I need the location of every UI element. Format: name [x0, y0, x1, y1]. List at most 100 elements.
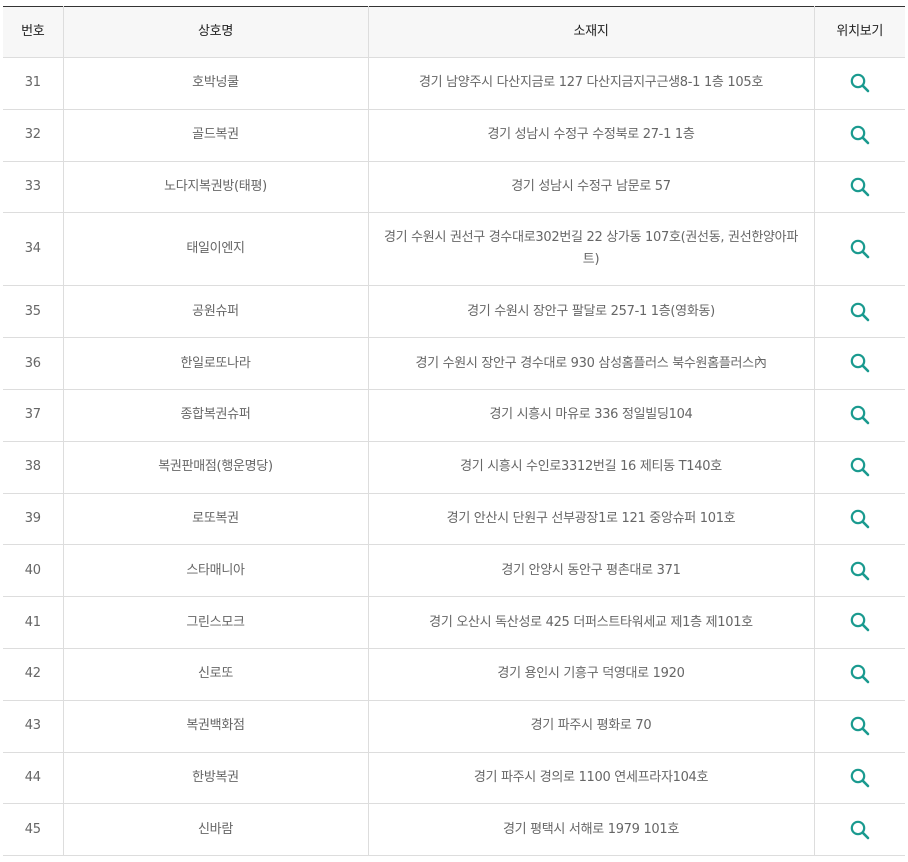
row-store-name: 스타매니아: [62, 544, 368, 598]
row-number: 35: [3, 285, 63, 339]
row-address: 경기 안산시 단원구 선부광장1로 121 중앙슈퍼 101호: [367, 493, 814, 546]
store-list-table: 번호 상호명 소재지 위치보기 31 호박넝쿨 경기 남양주시 다산지금로 12…: [3, 6, 905, 857]
search-icon: [850, 768, 870, 788]
row-store-name: 그린스모크: [62, 596, 368, 649]
row-number: 31: [3, 57, 63, 110]
table-body: 31 호박넝쿨 경기 남양주시 다산지금로 127 다산지금지구근생8-1 1층…: [3, 57, 905, 857]
view-location-button[interactable]: [849, 819, 871, 841]
row-number: 32: [3, 109, 63, 162]
row-store-name: 노다지복권방(태평): [62, 161, 368, 214]
row-store-name: 종합복권슈퍼: [62, 389, 368, 442]
header-name: 상호명: [62, 6, 368, 58]
row-location-cell: [813, 109, 905, 162]
row-location-cell: [813, 544, 905, 598]
table-row: 39 로또복권 경기 안산시 단원구 선부광장1로 121 중앙슈퍼 101호: [3, 493, 905, 546]
row-location-cell: [813, 57, 905, 110]
row-location-cell: [813, 285, 905, 339]
search-icon: [850, 613, 870, 632]
row-location-cell: [813, 752, 905, 805]
row-number: 39: [3, 493, 63, 546]
table-row: 44 한방복권 경기 파주시 경의로 1100 연세프라자104호: [3, 752, 905, 805]
row-store-name: 신로또: [62, 648, 368, 701]
row-location-cell: [813, 700, 905, 753]
view-location-button[interactable]: [849, 404, 871, 426]
row-store-name: 한방복권: [62, 752, 368, 805]
table-row: 38 복권판매점(행운명당) 경기 시흥시 수인로3312번길 16 제티동 T…: [3, 441, 905, 494]
row-location-cell: [813, 803, 905, 857]
view-location-button[interactable]: [849, 238, 871, 260]
row-address: 경기 파주시 평화로 70: [367, 700, 814, 753]
table-row: 31 호박넝쿨 경기 남양주시 다산지금로 127 다산지금지구근생8-1 1층…: [3, 57, 905, 110]
table-row: 41 그린스모크 경기 오산시 독산성로 425 더퍼스트타워세교 제1층 제1…: [3, 596, 905, 649]
row-number: 34: [3, 212, 63, 287]
row-address: 경기 파주시 경의로 1100 연세프라자104호: [367, 752, 814, 805]
row-address: 경기 시흥시 마유로 336 정일빌딩104: [367, 389, 814, 442]
view-location-button[interactable]: [849, 124, 871, 146]
search-icon: [850, 457, 870, 477]
search-icon: [850, 73, 870, 93]
row-address: 경기 시흥시 수인로3312번길 16 제티동 T140호: [367, 441, 814, 494]
table-row: 33 노다지복권방(태평) 경기 성남시 수정구 남문로 57: [3, 161, 905, 214]
row-store-name: 호박넝쿨: [62, 57, 368, 110]
search-icon: [850, 302, 870, 321]
row-address: 경기 오산시 독산성로 425 더퍼스트타워세교 제1층 제101호: [367, 596, 814, 649]
row-number: 38: [3, 441, 63, 494]
search-icon: [850, 239, 870, 259]
view-location-button[interactable]: [849, 176, 871, 198]
row-store-name: 한일로또나라: [62, 337, 368, 390]
row-address: 경기 수원시 장안구 팔달로 257-1 1층(영화동): [367, 285, 814, 339]
row-number: 42: [3, 648, 63, 701]
row-location-cell: [813, 337, 905, 390]
table-row: 32 골드복권 경기 성남시 수정구 수정북로 27-1 1층: [3, 109, 905, 162]
row-store-name: 태일이엔지: [62, 212, 368, 287]
view-location-button[interactable]: [849, 508, 871, 530]
search-icon: [850, 664, 870, 684]
table-row: 43 복권백화점 경기 파주시 평화로 70: [3, 700, 905, 753]
header-location: 위치보기: [813, 6, 905, 58]
row-number: 44: [3, 752, 63, 805]
view-location-button[interactable]: [849, 456, 871, 478]
view-location-button[interactable]: [849, 72, 871, 94]
table-row: 42 신로또 경기 용인시 기흥구 덕영대로 1920: [3, 648, 905, 701]
header-row: 번호 상호명 소재지 위치보기: [3, 6, 905, 58]
search-icon: [850, 354, 870, 373]
row-number: 45: [3, 803, 63, 857]
row-store-name: 복권판매점(행운명당): [62, 441, 368, 494]
search-icon: [850, 125, 870, 145]
header-address: 소재지: [367, 6, 814, 58]
view-location-button[interactable]: [849, 715, 871, 737]
table-row: 36 한일로또나라 경기 수원시 장안구 경수대로 930 삼성홈플러스 북수원…: [3, 337, 905, 390]
view-location-button[interactable]: [849, 611, 871, 633]
view-location-button[interactable]: [849, 352, 871, 374]
row-address: 경기 수원시 장안구 경수대로 930 삼성홈플러스 북수원홈플러스內: [367, 337, 814, 390]
row-address: 경기 성남시 수정구 남문로 57: [367, 161, 814, 214]
header-number: 번호: [3, 6, 63, 58]
row-location-cell: [813, 648, 905, 701]
row-number: 41: [3, 596, 63, 649]
row-address: 경기 수원시 권선구 경수대로302번길 22 상가동 107호(권선동, 권선…: [367, 212, 814, 287]
row-location-cell: [813, 389, 905, 442]
row-number: 37: [3, 389, 63, 442]
view-location-button[interactable]: [849, 301, 871, 323]
search-icon: [850, 716, 870, 736]
row-address: 경기 안양시 동안구 평촌대로 371: [367, 544, 814, 598]
row-store-name: 공원슈퍼: [62, 285, 368, 339]
row-store-name: 로또복권: [62, 493, 368, 546]
row-location-cell: [813, 596, 905, 649]
row-number: 36: [3, 337, 63, 390]
row-address: 경기 평택시 서해로 1979 101호: [367, 803, 814, 857]
row-location-cell: [813, 441, 905, 494]
table-row: 34 태일이엔지 경기 수원시 권선구 경수대로302번길 22 상가동 107…: [3, 212, 905, 287]
view-location-button[interactable]: [849, 663, 871, 685]
table-row: 37 종합복권슈퍼 경기 시흥시 마유로 336 정일빌딩104: [3, 389, 905, 442]
row-store-name: 골드복권: [62, 109, 368, 162]
row-address: 경기 남양주시 다산지금로 127 다산지금지구근생8-1 1층 105호: [367, 57, 814, 110]
view-location-button[interactable]: [849, 560, 871, 582]
table-row: 35 공원슈퍼 경기 수원시 장안구 팔달로 257-1 1층(영화동): [3, 285, 905, 339]
view-location-button[interactable]: [849, 767, 871, 789]
row-address: 경기 용인시 기흥구 덕영대로 1920: [367, 648, 814, 701]
row-location-cell: [813, 212, 905, 287]
search-icon: [850, 177, 870, 197]
row-number: 43: [3, 700, 63, 753]
table-row: 40 스타매니아 경기 안양시 동안구 평촌대로 371: [3, 544, 905, 598]
